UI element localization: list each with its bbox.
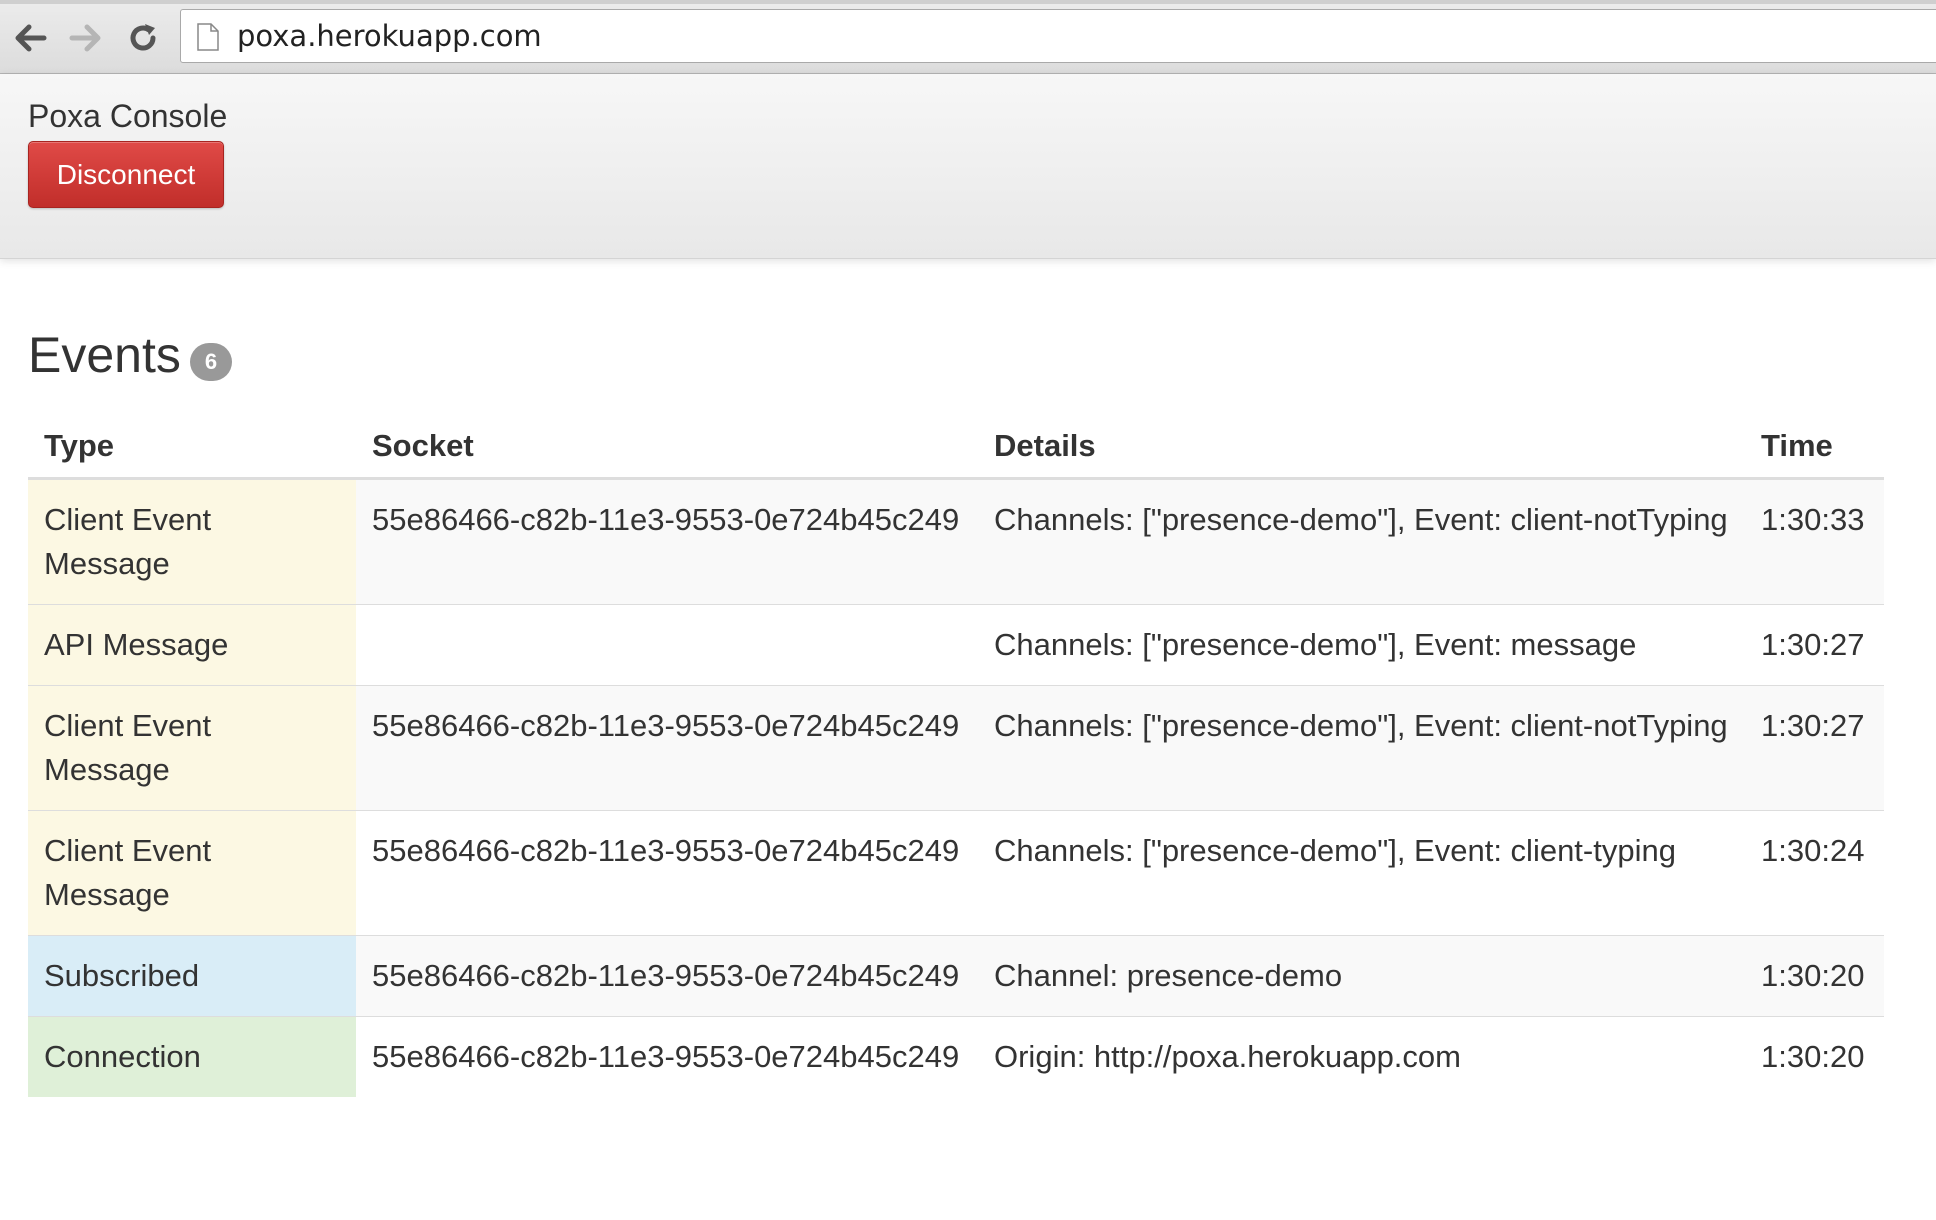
event-type: Connection	[28, 1016, 356, 1097]
table-row: Client Event Message 55e86466-c82b-11e3-…	[28, 810, 1884, 936]
event-socket: 55e86466-c82b-11e3-9553-0e724b45c249	[356, 1016, 978, 1097]
event-type: Client Event Message	[28, 685, 356, 811]
disconnect-button[interactable]: Disconnect	[28, 141, 224, 208]
event-time: 1:30:33	[1745, 478, 1884, 605]
events-table: Type Socket Details Time Client Event Me…	[28, 415, 1884, 1097]
table-row: API Message Channels: ["presence-demo"],…	[28, 604, 1884, 686]
table-row: Subscribed 55e86466-c82b-11e3-9553-0e724…	[28, 935, 1884, 1017]
brand-title: Poxa Console	[28, 98, 228, 134]
forward-button[interactable]	[66, 18, 106, 58]
address-bar[interactable]: poxa.herokuapp.com	[180, 9, 1936, 63]
back-button[interactable]	[10, 18, 50, 58]
event-time: 1:30:24	[1745, 810, 1884, 936]
event-details: Channel: presence-demo	[978, 935, 1745, 1017]
event-time: 1:30:27	[1745, 685, 1884, 811]
table-header-row: Type Socket Details Time	[28, 415, 1884, 480]
event-socket: 55e86466-c82b-11e3-9553-0e724b45c249	[356, 685, 978, 811]
tab-strip	[0, 0, 1936, 4]
event-type: API Message	[28, 604, 356, 686]
event-socket: 55e86466-c82b-11e3-9553-0e724b45c249	[356, 935, 978, 1017]
event-details: Origin: http://poxa.herokuapp.com	[978, 1016, 1745, 1097]
url-text: poxa.herokuapp.com	[237, 19, 542, 53]
event-details: Channels: ["presence-demo"], Event: clie…	[978, 810, 1745, 936]
column-header-type: Type	[28, 415, 356, 480]
event-details: Channels: ["presence-demo"], Event: clie…	[978, 478, 1745, 605]
event-time: 1:30:27	[1745, 604, 1884, 686]
event-type: Client Event Message	[28, 478, 356, 605]
reload-icon	[130, 24, 156, 51]
arrow-left-icon	[15, 24, 47, 52]
event-details: Channels: ["presence-demo"], Event: mess…	[978, 604, 1745, 686]
column-header-socket: Socket	[356, 415, 978, 480]
reload-button[interactable]	[123, 18, 163, 58]
table-row: Client Event Message 55e86466-c82b-11e3-…	[28, 685, 1884, 811]
event-time: 1:30:20	[1745, 1016, 1884, 1097]
browser-toolbar: poxa.herokuapp.com	[0, 0, 1936, 74]
event-type: Client Event Message	[28, 810, 356, 936]
event-details: Channels: ["presence-demo"], Event: clie…	[978, 685, 1745, 811]
page-title: Events	[28, 327, 181, 383]
column-header-time: Time	[1745, 415, 1884, 480]
table-row: Connection 55e86466-c82b-11e3-9553-0e724…	[28, 1016, 1884, 1097]
column-header-details: Details	[978, 415, 1745, 480]
page-icon	[197, 23, 219, 51]
table-row: Client Event Message 55e86466-c82b-11e3-…	[28, 478, 1884, 605]
event-socket: 55e86466-c82b-11e3-9553-0e724b45c249	[356, 478, 978, 605]
navbar: Poxa Console Disconnect	[0, 74, 1936, 259]
arrow-right-icon	[69, 24, 101, 52]
event-type: Subscribed	[28, 935, 356, 1017]
event-socket: 55e86466-c82b-11e3-9553-0e724b45c249	[356, 810, 978, 936]
event-time: 1:30:20	[1745, 935, 1884, 1017]
events-count-badge: 6	[190, 343, 232, 381]
event-socket	[356, 604, 978, 686]
